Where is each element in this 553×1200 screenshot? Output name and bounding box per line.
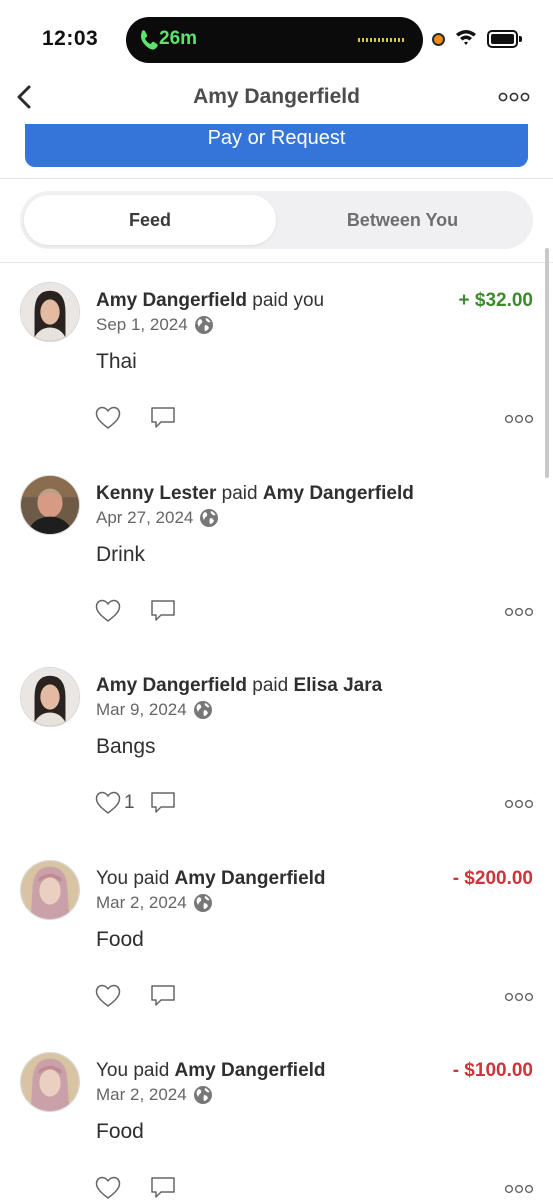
transaction-title: Amy Dangerfield paid Elisa Jara: [96, 675, 382, 697]
title-text: paid you: [246, 290, 325, 311]
globe-icon: [194, 316, 213, 334]
heart-icon[interactable]: [95, 791, 121, 815]
page-title: Amy Dangerfield: [193, 85, 360, 108]
heart-icon[interactable]: [95, 599, 121, 623]
audio-wave-icon: [358, 38, 406, 42]
feed-item[interactable]: Amy Dangerfield paid Elisa Jara Mar 9, 20…: [0, 649, 553, 839]
transaction-amount: - $200.00: [452, 867, 533, 889]
nav-header: Amy Dangerfield: [0, 72, 553, 124]
date-text: Sep 1, 2024: [96, 315, 188, 334]
transaction-date: Mar 2, 2024: [96, 893, 213, 913]
globe-icon: [193, 1086, 212, 1104]
title-text: You paid: [96, 1060, 175, 1081]
transaction-title: You paid Amy Dangerfield: [96, 868, 326, 890]
comment-icon[interactable]: [150, 599, 176, 623]
transaction-note: Bangs: [96, 735, 156, 758]
more-horizontal-icon[interactable]: [498, 92, 530, 102]
title-text: paid: [216, 482, 263, 504]
person-name[interactable]: Amy Dangerfield: [96, 290, 247, 311]
date-text: Mar 9, 2024: [96, 700, 187, 719]
comment-icon[interactable]: [150, 984, 176, 1008]
transaction-title: You paid Amy Dangerfield: [96, 1060, 326, 1082]
more-options-icon[interactable]: [504, 414, 534, 424]
tab-feed[interactable]: Feed: [24, 195, 276, 245]
wifi-icon: [456, 30, 476, 45]
status-time: 12:03: [42, 27, 99, 50]
transaction-date: Mar 9, 2024: [96, 700, 213, 720]
phone-icon: [140, 30, 158, 50]
divider: [0, 262, 553, 263]
date-text: Mar 2, 2024: [96, 1085, 187, 1104]
transaction-note: Food: [96, 927, 144, 951]
comment-icon[interactable]: [150, 791, 176, 815]
more-options-icon[interactable]: [504, 607, 534, 617]
feed-item[interactable]: You paid Amy Dangerfield Mar 2, 2024- $20…: [0, 842, 553, 1032]
heart-icon[interactable]: [95, 406, 121, 430]
transaction-note: Thai: [96, 350, 137, 373]
feed-item[interactable]: Amy Dangerfield paid you Sep 1, 2024 + $32…: [0, 264, 553, 454]
person-name[interactable]: Amy Dangerfield: [175, 868, 326, 889]
transaction-date: Apr 27, 2024: [96, 508, 219, 528]
person-name[interactable]: Kenny Lester: [96, 483, 216, 504]
divider: [0, 178, 553, 179]
like-count: 1: [124, 792, 135, 813]
call-duration: 26m: [159, 28, 198, 49]
transaction-note: Drink: [96, 542, 146, 566]
date-text: Apr 27, 2024: [96, 507, 194, 527]
heart-icon[interactable]: [95, 1176, 121, 1200]
avatar-woman-dark-hair[interactable]: [20, 667, 80, 727]
comment-icon[interactable]: [150, 406, 176, 430]
feed-item[interactable]: You paid Amy Dangerfield Mar 2, 2024 - $10…: [0, 1034, 553, 1200]
battery-icon: [487, 30, 523, 48]
feed-item[interactable]: Kenny Lester paid Amy Dangerfield Apr 27,…: [0, 457, 553, 647]
person-name[interactable]: Amy Dangerfield: [263, 483, 414, 504]
segmented-control: Feed Between You: [20, 191, 533, 249]
transaction-date: Sep 1, 2024: [96, 315, 214, 335]
more-options-icon[interactable]: [504, 992, 534, 1002]
avatar-woman-dark-hair[interactable]: [20, 282, 80, 342]
person-name[interactable]: Elisa Jara: [293, 675, 382, 696]
transaction-amount: - $100.00: [452, 1060, 533, 1081]
person-name[interactable]: Amy Dangerfield: [175, 1060, 326, 1081]
avatar-self-pink-hair[interactable]: [20, 1052, 80, 1112]
transaction-note: Food: [96, 1120, 144, 1143]
transaction-title: Kenny Lester paid Amy Dangerfield: [96, 483, 414, 505]
transaction-amount: + $32.00: [458, 290, 534, 311]
scrollbar[interactable]: [545, 248, 549, 478]
more-options-icon[interactable]: [504, 1184, 534, 1194]
pay-or-request-button[interactable]: Pay or Request: [25, 124, 528, 167]
status-bar: 12:03 26m: [0, 0, 553, 80]
more-options-icon[interactable]: [504, 799, 534, 809]
title-text: paid: [246, 675, 294, 696]
date-text: Mar 2, 2024: [96, 892, 187, 912]
comment-icon[interactable]: [150, 1176, 176, 1200]
recording-dot-icon: [432, 33, 445, 46]
heart-icon[interactable]: [95, 984, 121, 1008]
transaction-title: Amy Dangerfield paid you: [96, 290, 324, 312]
globe-icon: [200, 508, 219, 527]
avatar-self-pink-hair[interactable]: [20, 859, 80, 920]
globe-icon: [193, 701, 212, 719]
transaction-date: Mar 2, 2024: [96, 1085, 213, 1105]
tab-between-you[interactable]: Between You: [276, 195, 529, 245]
title-text: You paid: [96, 867, 175, 889]
call-indicator[interactable]: 26m: [126, 17, 423, 63]
globe-icon: [193, 893, 212, 912]
avatar-man[interactable]: [20, 474, 80, 535]
person-name[interactable]: Amy Dangerfield: [96, 675, 247, 696]
